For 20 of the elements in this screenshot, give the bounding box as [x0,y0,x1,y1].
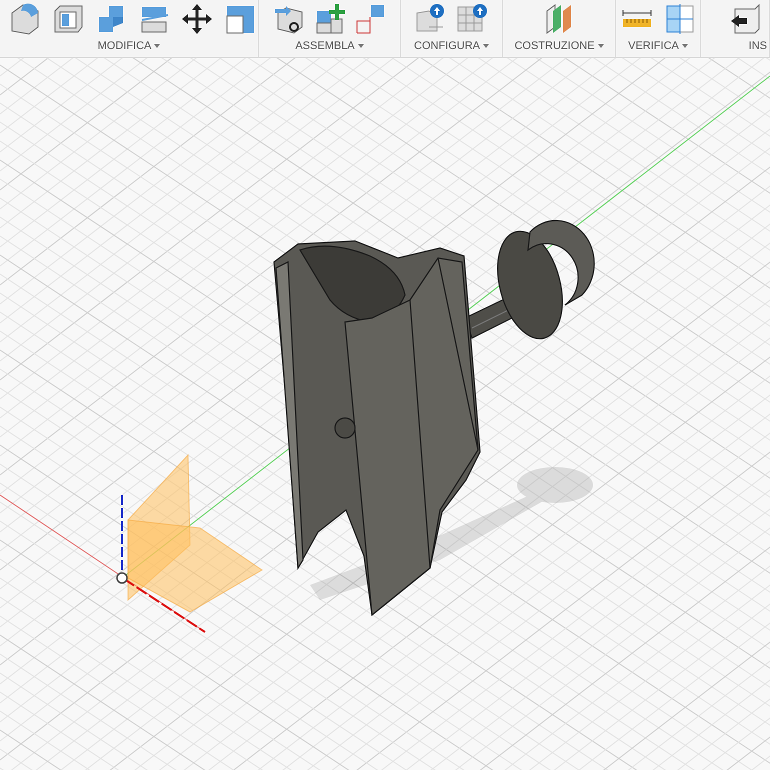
toolbar-group-menu[interactable]: CONFIGURA [401,36,502,56]
toolbar-group-menu[interactable]: ASSEMBLA [259,36,400,56]
cube-plus-icon[interactable] [314,3,346,35]
shell-cube-icon[interactable] [52,3,84,35]
rounded-cube-icon[interactable] [8,3,40,35]
caret-icon [358,44,364,48]
toolbar-group-menu[interactable]: MODIFICA [0,36,258,56]
caret-icon [598,44,604,48]
caret-icon [154,44,160,48]
insert-cube-icon[interactable] [729,3,761,35]
origin-point-icon [116,572,128,584]
caret-icon [682,44,688,48]
toolbar-group-menu[interactable]: VERIFICA [616,36,700,56]
joint-icon[interactable] [354,3,386,35]
toolbar-group-menu[interactable]: INS [701,36,769,56]
cube-link-icon[interactable] [274,3,306,35]
caret-icon [483,44,489,48]
toolbar-group-menu[interactable]: COSTRUZIONE [503,36,615,56]
square-icon[interactable] [224,3,256,35]
move-arrows-icon[interactable] [180,3,212,35]
